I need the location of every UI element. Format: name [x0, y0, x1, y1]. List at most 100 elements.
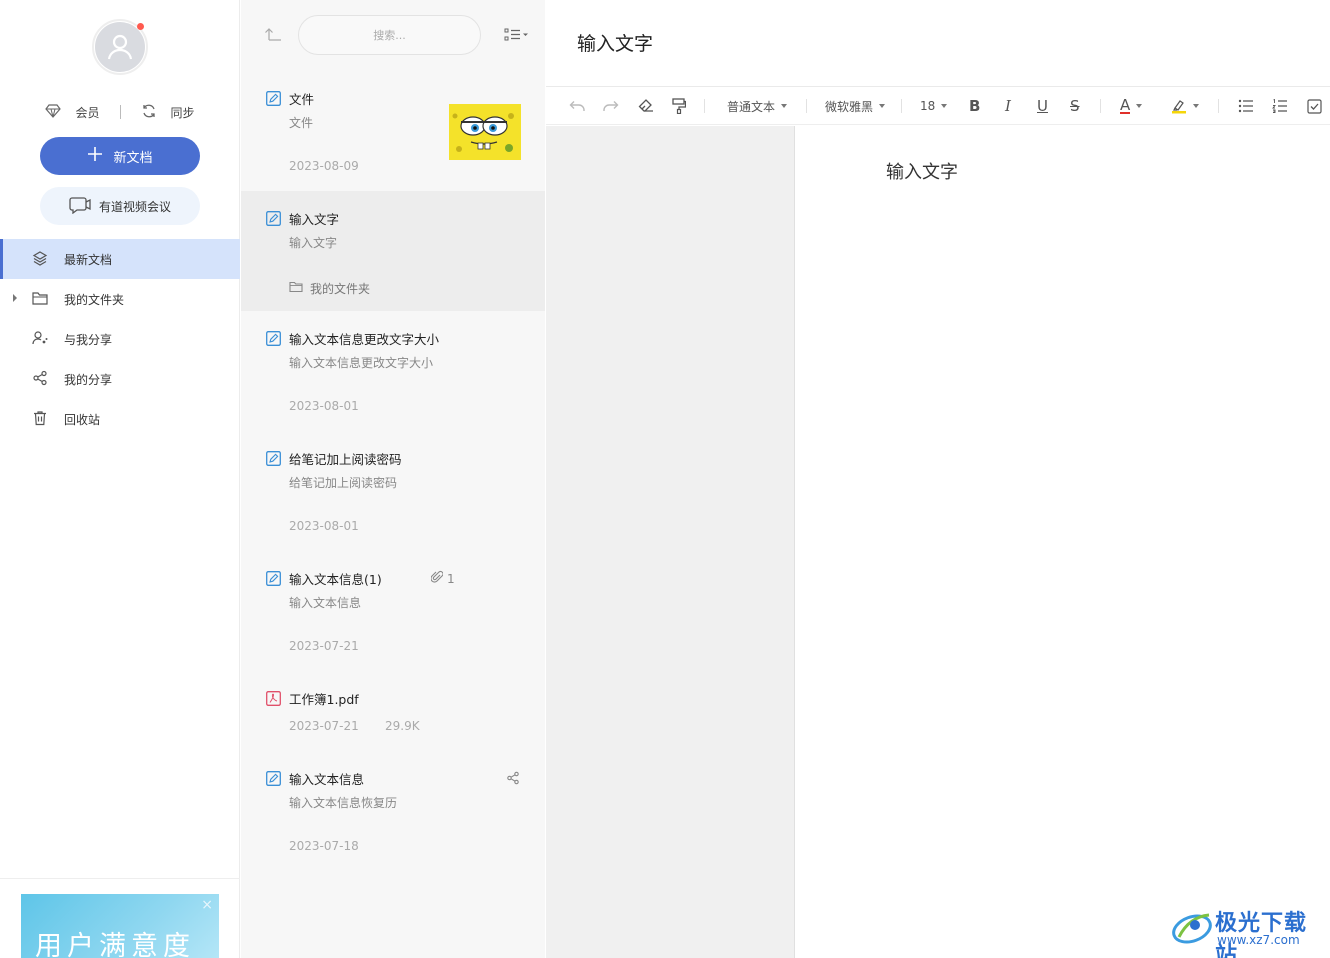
list-item[interactable]: 输入文本信息更改文字大小 输入文本信息更改文字大小 2023-08-01 — [241, 311, 545, 431]
watermark-logo-icon — [1171, 907, 1213, 950]
divider — [1100, 99, 1101, 113]
font-color-icon: A — [1120, 96, 1131, 114]
doc-subtitle: 输入文本信息恢复历 — [289, 796, 398, 810]
search-input[interactable]: 搜索... — [298, 15, 481, 55]
attachment-count-label: 1 — [447, 571, 455, 586]
banner-text: 用户满意度 — [35, 931, 195, 958]
numbered-list-icon — [1272, 99, 1287, 113]
divider — [1218, 99, 1219, 113]
sync-button[interactable]: 同步 — [141, 103, 195, 122]
doc-subtitle: 输入文本信息 — [289, 596, 362, 610]
format-painter-button[interactable] — [672, 87, 686, 125]
sidebar-item-folders[interactable]: 我的文件夹 — [0, 279, 240, 319]
undo-button[interactable] — [568, 87, 586, 125]
font-color-button[interactable]: A — [1120, 87, 1143, 125]
user-icon — [95, 22, 145, 72]
note-icon — [266, 451, 281, 469]
search-placeholder: 搜索... — [373, 29, 406, 42]
editor-panel: 输入文字 普通文本 微软雅黑 18 B I U S A 输入文字 — [546, 0, 1330, 958]
bold-button[interactable]: B — [969, 87, 980, 125]
numbered-list-button[interactable] — [1272, 87, 1288, 125]
note-icon — [266, 571, 281, 589]
underline-button[interactable]: U — [1037, 87, 1048, 125]
satisfaction-banner[interactable]: 用户满意度 × — [21, 894, 219, 958]
list-header: 搜索... — [241, 0, 545, 70]
font-family-select[interactable]: 微软雅黑 — [825, 87, 886, 125]
bullet-list-button[interactable] — [1238, 87, 1254, 125]
list-item[interactable]: 给笔记加上阅读密码 给笔记加上阅读密码 2023-08-01 — [241, 431, 545, 551]
watermark-title: 极光下载站 — [1215, 911, 1308, 958]
list-item[interactable]: 文件 文件 2023-08-09 — [241, 71, 545, 191]
sidebar: 会员 同步 新文档 有道视频会议 最新文档 我的文件夹 与我分享 我的分享 回收… — [0, 0, 240, 958]
list-item[interactable]: 输入文本信息 输入文本信息恢复历 2023-07-18 — [241, 751, 545, 871]
sidebar-item-label: 最新文档 — [64, 252, 113, 267]
document-body-text[interactable]: 输入文字 — [886, 158, 958, 184]
sidebar-item-label: 我的文件夹 — [64, 292, 125, 307]
sidebar-nav: 最新文档 我的文件夹 与我分享 我的分享 回收站 — [0, 239, 240, 439]
italic-button[interactable]: I — [1005, 87, 1011, 125]
new-document-label: 新文档 — [113, 150, 153, 166]
sidebar-item-my-shares[interactable]: 我的分享 — [0, 359, 240, 399]
note-icon — [266, 771, 281, 789]
parent-folder-icon[interactable] — [264, 26, 282, 45]
font-family-value: 微软雅黑 — [825, 99, 874, 114]
doc-date: 2023-07-18 — [289, 839, 359, 853]
bold-icon: B — [969, 97, 981, 115]
paragraph-style-select[interactable]: 普通文本 — [727, 87, 788, 125]
clear-format-button[interactable] — [638, 87, 654, 125]
note-icon — [266, 331, 281, 349]
member-label: 会员 — [75, 105, 100, 120]
doc-title: 文件 — [289, 92, 315, 107]
doc-folder: 我的文件夹 — [289, 280, 370, 297]
note-icon — [266, 91, 281, 109]
site-watermark: 极光下载站 www.xz7.com — [1171, 903, 1326, 958]
bullet-list-icon — [1238, 99, 1253, 113]
new-document-button[interactable]: 新文档 — [40, 137, 200, 175]
sidebar-item-trash[interactable]: 回收站 — [0, 399, 240, 439]
layers-icon — [32, 250, 48, 269]
strikethrough-button[interactable]: S — [1070, 87, 1080, 125]
shared-with-me-icon — [32, 330, 48, 349]
doc-title: 工作簿1.pdf — [289, 692, 359, 707]
doc-subtitle: 输入文字 — [289, 236, 338, 250]
doc-title: 输入文本信息(1) — [289, 572, 382, 587]
list-item[interactable]: 工作簿1.pdf 2023-07-21 29.9K — [241, 671, 545, 751]
share-icon — [32, 370, 48, 389]
font-size-value: 18 — [920, 99, 936, 113]
sidebar-item-shared-with-me[interactable]: 与我分享 — [0, 319, 240, 359]
list-item[interactable]: 输入文本信息(1) 1 输入文本信息 2023-07-21 — [241, 551, 545, 671]
list-item[interactable]: 输入文字 输入文字 我的文件夹 — [241, 191, 545, 311]
avatar[interactable] — [92, 19, 148, 75]
redo-icon — [603, 101, 619, 111]
undo-icon — [569, 101, 585, 111]
doc-subtitle: 给笔记加上阅读密码 — [289, 476, 398, 490]
video-chat-icon — [69, 196, 91, 217]
paint-roller-icon — [672, 98, 686, 114]
expand-arrow-icon[interactable] — [13, 294, 17, 302]
paperclip-icon — [430, 570, 444, 587]
video-meeting-label: 有道视频会议 — [98, 199, 171, 214]
checklist-button[interactable] — [1307, 87, 1322, 125]
member-button[interactable]: 会员 — [45, 103, 100, 121]
close-icon[interactable]: × — [201, 897, 213, 913]
diamond-icon — [45, 103, 62, 121]
doc-title: 输入文字 — [289, 212, 340, 227]
checkbox-icon — [1307, 98, 1322, 114]
folder-icon — [32, 291, 48, 308]
share-icon[interactable] — [506, 771, 520, 788]
list-view-icon[interactable] — [504, 27, 530, 46]
video-meeting-button[interactable]: 有道视频会议 — [40, 187, 200, 225]
sidebar-item-label: 与我分享 — [64, 332, 113, 347]
highlighter-icon — [1172, 100, 1186, 114]
doc-date: 2023-07-21 — [289, 639, 359, 653]
font-size-select[interactable]: 18 — [920, 87, 948, 125]
strikethrough-icon: S — [1070, 97, 1080, 115]
attachment-count: 1 — [430, 570, 455, 587]
chevron-down-icon — [879, 104, 886, 108]
redo-button[interactable] — [602, 87, 620, 125]
sidebar-item-recent[interactable]: 最新文档 — [0, 239, 240, 279]
document-title[interactable]: 输入文字 — [577, 29, 653, 56]
doc-title: 输入文本信息更改文字大小 — [289, 332, 440, 347]
highlight-button[interactable] — [1171, 87, 1199, 125]
editor-page[interactable]: 输入文字 — [796, 126, 1330, 958]
